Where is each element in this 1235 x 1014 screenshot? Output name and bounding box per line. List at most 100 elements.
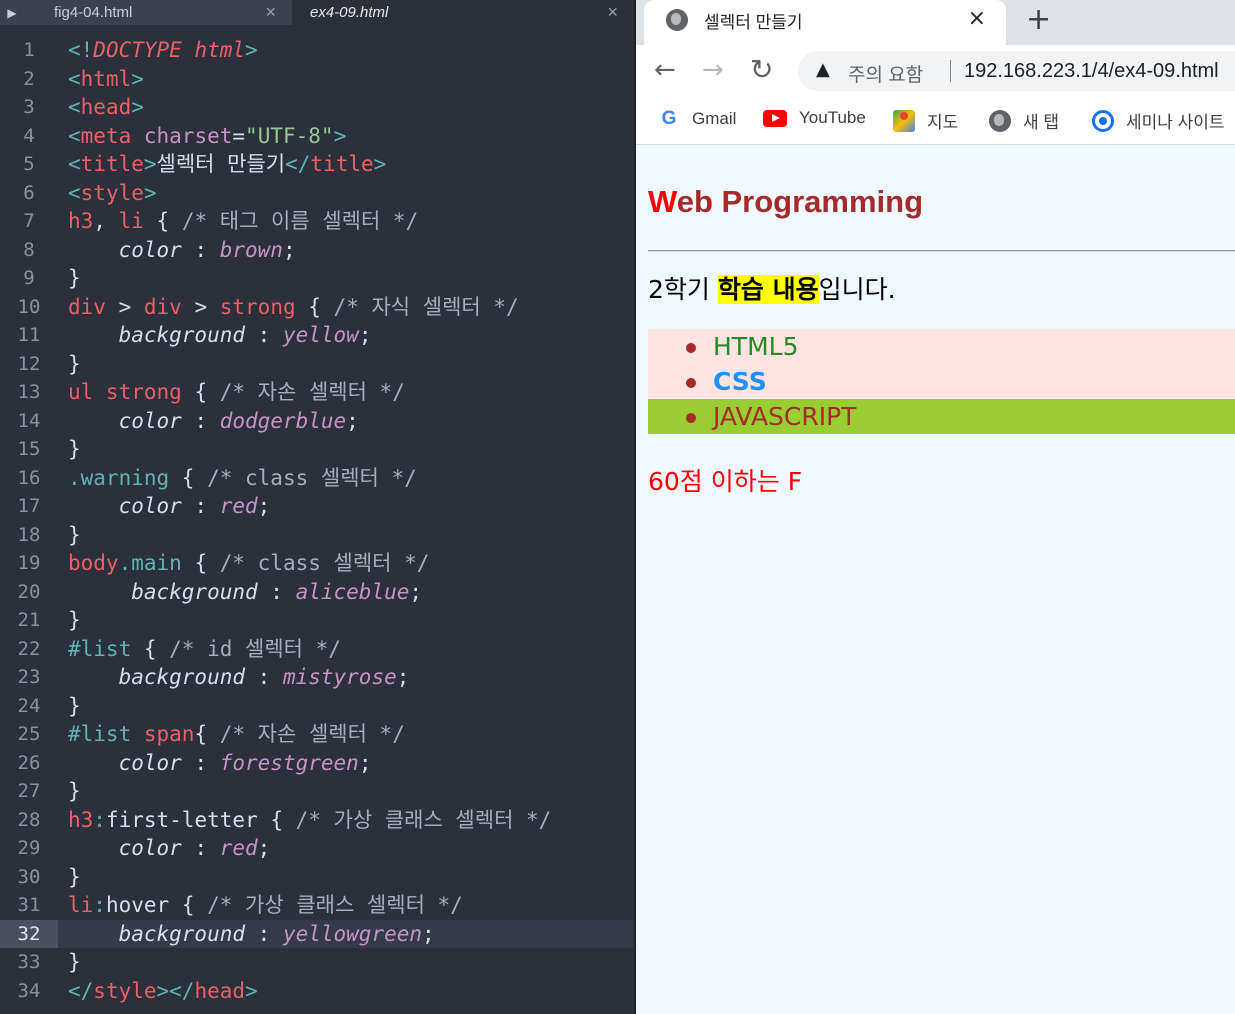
code-text: color : dodgerblue;	[118, 408, 359, 433]
line-number: 14	[17, 409, 41, 432]
line-number: 8	[23, 238, 35, 261]
play-icon[interactable]: ▶	[0, 6, 24, 20]
bookmark-new-tab[interactable]: 새 탭	[989, 108, 1059, 133]
code-line[interactable]: 30}	[0, 863, 634, 892]
code-line[interactable]: 11 background : yellow;	[0, 321, 634, 350]
code-line[interactable]: 5 <title>셀렉터 만들기</title>	[0, 150, 634, 179]
code-text: background : mistyrose;	[118, 665, 410, 689]
bookmarks-bar: G Gmail YouTube 지도 새 탭 세미나 사이트	[636, 97, 1235, 145]
code-area[interactable]: 1 <!DOCTYPE html> 2 <html> 3 <head> 4 <meta cha…	[0, 36, 634, 1005]
code-editor[interactable]: ▶ fig4-04.html × ex4-09.html × 1 <!DOCTYP…	[0, 0, 634, 1014]
code-line[interactable]: 31 li:hover { /* 가상 클래스 셀렉터 */	[0, 891, 634, 920]
editor-tab-bar: ▶ fig4-04.html × ex4-09.html ×	[0, 0, 634, 36]
code-line[interactable]: 19 body.main { /* class 셀렉터 */	[0, 549, 634, 578]
security-status[interactable]: 주의 요함	[848, 60, 923, 87]
line-number: 13	[17, 381, 41, 403]
code-line[interactable]: 17 color : red;	[0, 492, 634, 521]
code-text: }	[68, 522, 81, 547]
code-line[interactable]: 28 h3:first-letter { /* 가상 클래스 셀렉터 */	[0, 806, 634, 835]
line-number: 6	[23, 181, 35, 204]
back-button[interactable]: ←	[654, 55, 676, 85]
code-text: <html>	[68, 66, 144, 91]
browser-toolbar: ← → ↻ ▲ 주의 요함 192.168.223.1/4/ex4-09.htm…	[636, 45, 1235, 97]
code-text: <title>셀렉터 만들기</title>	[68, 152, 387, 176]
code-text: h3:first-letter { /* 가상 클래스 셀렉터 */	[68, 807, 552, 832]
list-item[interactable]: CSS	[648, 364, 1235, 399]
code-line[interactable]: 16 .warning { /* class 셀렉터 */	[0, 464, 634, 493]
bookmark-seminar[interactable]: 세미나 사이트	[1092, 108, 1225, 133]
line-number: 12	[17, 352, 41, 375]
line-number: 34	[17, 979, 41, 1002]
browser-window: 셀렉터 만들기 × + ← → ↻ ▲ 주의 요함 192.168.223.1/…	[636, 0, 1235, 1014]
address-bar[interactable]: ▲ 주의 요함 192.168.223.1/4/ex4-09.html	[798, 51, 1235, 91]
bullet-icon	[686, 413, 696, 423]
code-line[interactable]: 7 h3, li { /* 태그 이름 셀렉터 */	[0, 207, 634, 236]
list-item-text: HTML5	[713, 332, 799, 361]
line-number: 26	[17, 751, 41, 774]
code-line[interactable]: 34 </style></head>	[0, 977, 634, 1006]
code-text: #list { /* id 셀렉터 */	[68, 636, 341, 661]
warning-text: 60점 이하는 F	[648, 467, 803, 496]
close-icon[interactable]: ×	[265, 2, 276, 23]
code-line[interactable]: 10 div > div > strong { /* 자식 셀렉터 */	[0, 293, 634, 322]
line-number: 9	[23, 267, 35, 289]
code-line[interactable]: 22 #list { /* id 셀렉터 */	[0, 635, 634, 664]
code-line[interactable]: 1 <!DOCTYPE html>	[0, 36, 634, 65]
code-line[interactable]: 25 #list span{ /* 자손 셀렉터 */	[0, 720, 634, 749]
code-line[interactable]: 6 <style>	[0, 179, 634, 208]
code-text: h3, li { /* 태그 이름 셀렉터 */	[68, 209, 419, 233]
code-line[interactable]: 18}	[0, 521, 634, 550]
line-number: 31	[17, 894, 41, 916]
code-line[interactable]: 8 color : brown;	[0, 236, 634, 265]
code-line[interactable]: 9}	[0, 264, 634, 293]
code-text: }	[68, 779, 81, 803]
code-line[interactable]: 13 ul strong { /* 자손 셀렉터 */	[0, 378, 634, 407]
editor-tab-ex4-09[interactable]: ex4-09.html ×	[292, 0, 634, 25]
code-text: background : yellowgreen;	[118, 921, 435, 946]
code-text: .warning { /* class 셀렉터 */	[68, 465, 417, 490]
url-text[interactable]: 192.168.223.1/4/ex4-09.html	[964, 60, 1219, 83]
code-line[interactable]: 33}	[0, 948, 634, 977]
line-number: 3	[23, 96, 35, 118]
browser-tab-title: 셀렉터 만들기	[704, 13, 803, 32]
bookmark-gmail[interactable]: G Gmail	[658, 108, 737, 130]
code-line[interactable]: 32 background : yellowgreen;	[0, 919, 634, 948]
code-text: }	[68, 266, 81, 290]
bullet-icon	[686, 343, 696, 353]
code-line[interactable]: 27}	[0, 777, 634, 806]
code-line[interactable]: 21}	[0, 606, 634, 635]
list-item[interactable]: HTML5	[648, 329, 1235, 364]
code-line[interactable]: 12}	[0, 350, 634, 379]
bookmark-label: 새 탭	[1023, 113, 1060, 132]
editor-tab-fig4-04[interactable]: ▶ fig4-04.html ×	[0, 0, 292, 25]
browser-tab[interactable]: 셀렉터 만들기 ×	[644, 0, 1006, 45]
code-line[interactable]: 2 <html>	[0, 65, 634, 94]
code-line[interactable]: 15}	[0, 435, 634, 464]
line-number: 25	[17, 723, 41, 745]
line-number: 15	[17, 438, 41, 460]
code-line[interactable]: 24}	[0, 692, 634, 721]
code-line[interactable]: 23 background : mistyrose;	[0, 663, 634, 692]
bookmark-label: 세미나 사이트	[1126, 113, 1225, 132]
bookmark-youtube[interactable]: YouTube	[763, 108, 866, 128]
code-line[interactable]: 3 <head>	[0, 93, 634, 122]
new-tab-button[interactable]: +	[1026, 2, 1051, 37]
list-item-hovered[interactable]: JAVASCRIPT	[648, 399, 1235, 434]
bookmark-maps[interactable]: 지도	[893, 108, 958, 133]
line-number: 16	[17, 466, 41, 489]
warning-icon[interactable]: ▲	[816, 59, 830, 80]
intro-paragraph: 2학기 학습 내용입니다.	[648, 270, 896, 306]
reload-button[interactable]: ↻	[750, 53, 773, 86]
code-line[interactable]: 26 color : forestgreen;	[0, 749, 634, 778]
code-text: }	[68, 608, 81, 632]
close-icon[interactable]: ×	[607, 2, 618, 23]
code-line[interactable]: 14 color : dodgerblue;	[0, 407, 634, 436]
code-text: <head>	[68, 95, 144, 119]
code-line[interactable]: 20 background : aliceblue;	[0, 578, 634, 607]
forward-button[interactable]: →	[702, 55, 724, 85]
code-line[interactable]: 29 color : red;	[0, 834, 634, 863]
close-icon[interactable]: ×	[968, 6, 986, 31]
code-text: li:hover { /* 가상 클래스 셀렉터 */	[68, 893, 463, 917]
code-line[interactable]: 4 <meta charset="UTF-8">	[0, 122, 634, 151]
line-number: 5	[23, 153, 35, 175]
